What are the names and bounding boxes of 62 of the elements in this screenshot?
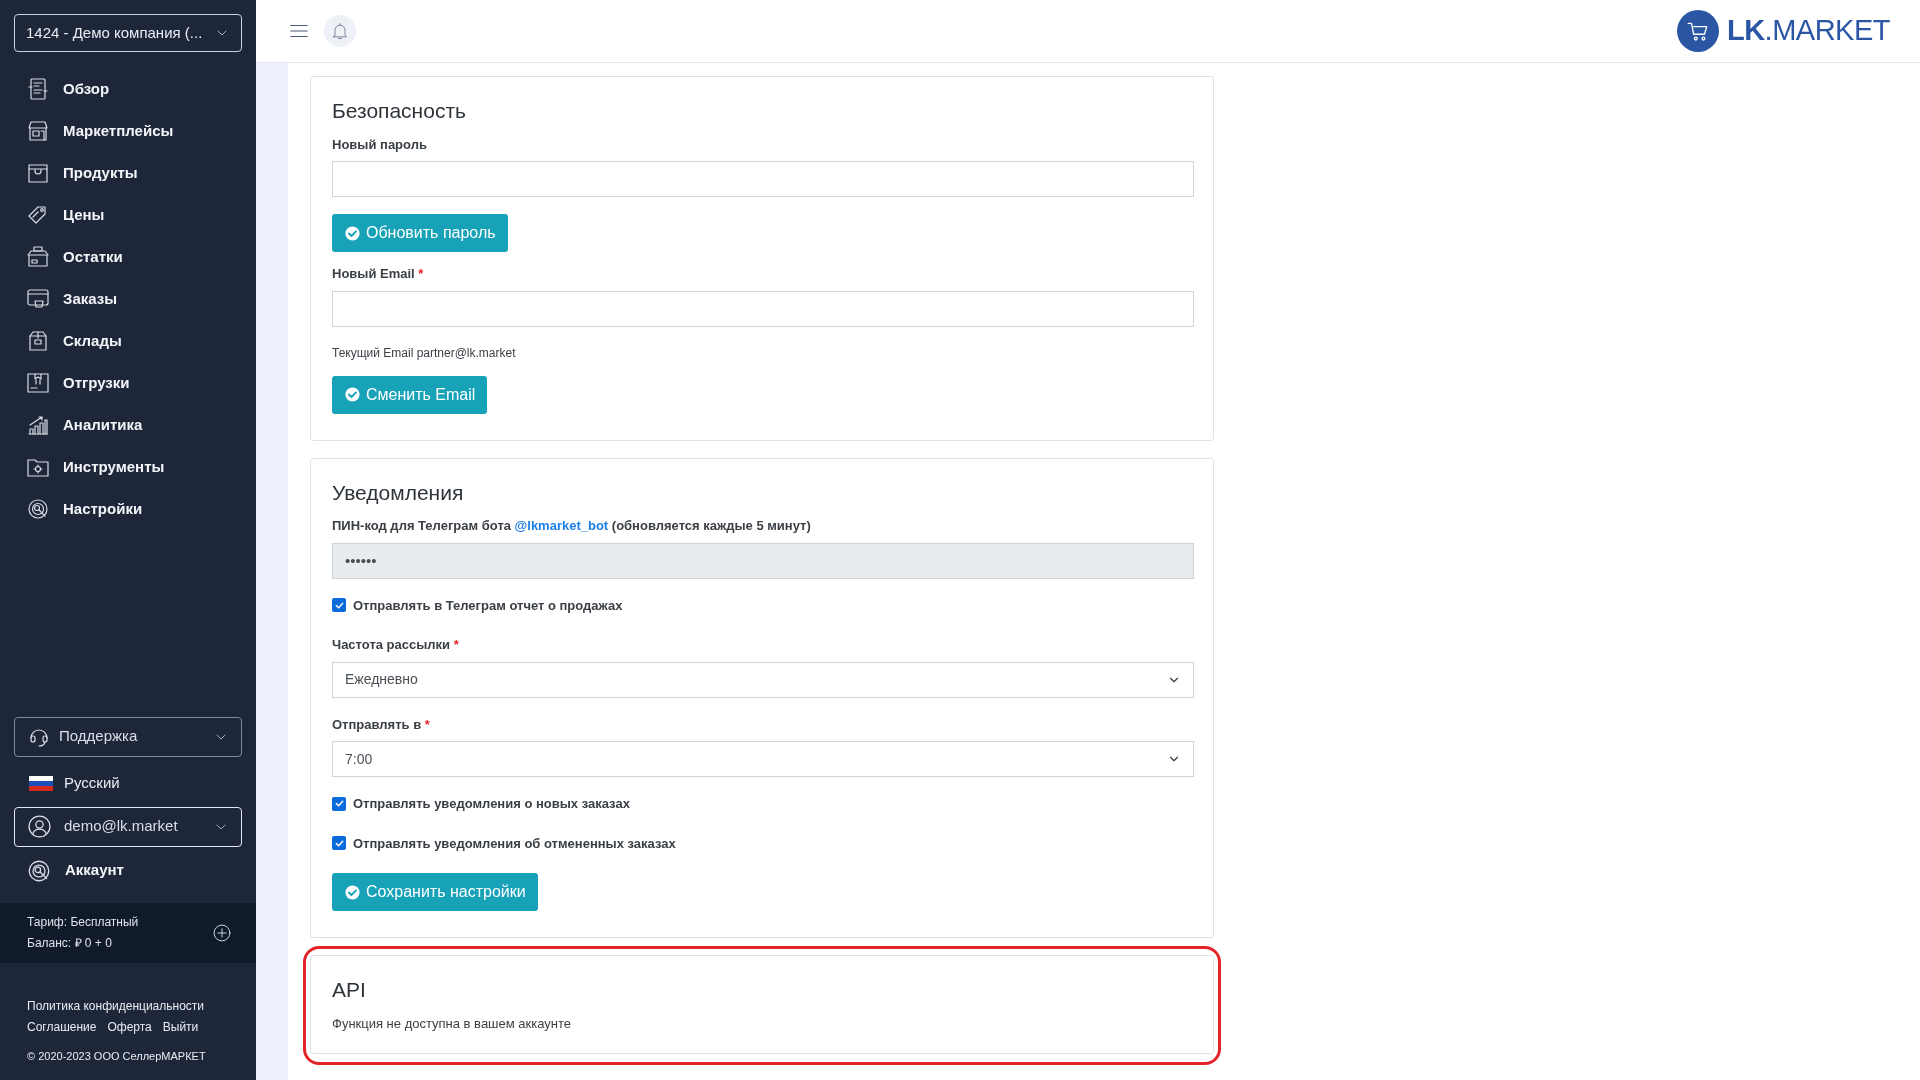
plus-circle-icon [212,922,232,943]
select-field[interactable]: Ежедневно [332,661,1194,698]
shipment-box-icon [26,371,50,395]
check-circle-icon [344,883,361,901]
footer-link[interactable]: Политика конфиденциальности [27,996,205,1015]
document-icon [26,77,50,101]
check-circle-icon [344,224,361,242]
info-text: Текущий Email partner@lk.market [332,344,517,362]
nav-item[interactable]: Маркетплейсы [0,110,256,152]
account-link[interactable]: Аккаунт [14,846,242,895]
checkbox[interactable] [332,598,346,613]
footer-link[interactable]: Выйти [162,1017,199,1036]
package-icon [26,329,50,353]
nav-item[interactable]: Инструменты [0,446,256,488]
checkbox-label: Отправлять в Телеграм отчет о продажах [353,596,623,615]
nav-item[interactable]: Заказы [0,278,256,320]
cart-icon [1676,10,1719,52]
copyright-text: © 2020-2023 ООО СеллерМАРКЕТ [27,1048,207,1064]
plan-tariff: Тариф: Бесплатный [27,914,139,931]
add-balance-button[interactable] [212,922,232,943]
box-icon [26,245,50,269]
browser-cart-icon [26,287,50,311]
nav-item[interactable]: Остатки [0,236,256,278]
gear-search-icon [26,497,50,521]
footer-link[interactable]: Соглашение [27,1017,97,1036]
field-label: Новый пароль [332,135,428,154]
russia-flag-icon [29,775,53,792]
logo-text: LK.MARKET [1726,13,1890,49]
nav-item[interactable]: Цены [0,194,256,236]
plan-balance: Баланс: ₽ 0 + 0 [27,935,113,952]
checkbox-label: Отправлять уведомления о новых заказах [353,795,630,813]
user-dropdown[interactable]: demo@lk.market [14,806,242,847]
input-field[interactable] [332,290,1194,327]
field-label: Частота рассылки * [332,636,460,654]
user-icon [27,814,52,839]
card-title: API [332,977,367,1003]
nav-item[interactable]: Обзор [0,68,256,110]
language-selector[interactable]: Русский [14,762,120,805]
nav-item[interactable]: Аналитика [0,404,256,446]
field-label: Новый Email * [332,265,425,283]
nav-item[interactable]: Продукты [0,152,256,194]
nav-item[interactable]: Склады [0,320,256,362]
nav-item[interactable]: Настройки [0,488,256,530]
field-label: Отправлять в * [332,715,431,734]
info-text: Функция не доступна в вашем аккаунте [332,1014,572,1033]
store-icon [26,119,50,143]
company-selector[interactable]: 1424 - Демо компания (... [14,14,242,52]
input-field[interactable] [332,161,1194,197]
support-dropdown[interactable]: Поддержка [14,716,242,757]
nav-item[interactable]: Отгрузки [0,362,256,404]
checkbox[interactable] [332,796,346,811]
card-title: Уведомления [332,479,465,506]
field-label: ПИН-код для Телеграм бота @lkmarket_bot (обновляется каждые 5 минут) [332,517,812,535]
checkbox-label: Отправлять уведомления об отмененных заказах [353,834,676,853]
checkbox[interactable] [332,836,346,851]
check-circle-icon [344,386,361,403]
bag-icon [26,161,50,185]
bar-chart-icon [26,413,50,437]
bell-icon [330,21,350,41]
select-field[interactable]: 7:00 [332,741,1194,777]
card-title: Безопасность [332,98,467,124]
footer-link[interactable]: Оферта [107,1017,152,1036]
